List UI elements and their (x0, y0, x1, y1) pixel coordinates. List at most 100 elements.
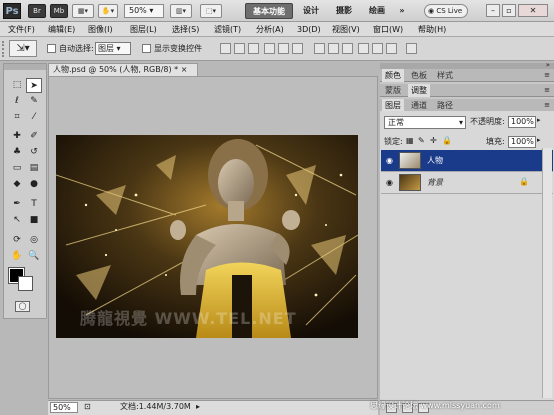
workspace-design[interactable]: 设计 (300, 3, 322, 19)
rectangle-tool-icon[interactable]: ■ (26, 213, 42, 228)
eyedropper-tool-icon[interactable]: ⁄ (26, 110, 42, 125)
workspace-photography[interactable]: 摄影 (333, 3, 355, 19)
history-brush-icon[interactable]: ↺ (26, 145, 42, 160)
tab-styles[interactable]: 样式 (434, 69, 456, 82)
view-extras-icon[interactable]: ▦▾ (72, 4, 94, 18)
auto-select-checkbox[interactable] (47, 44, 56, 53)
status-zoom-input[interactable]: 50% (50, 402, 78, 413)
layers-scrollbar[interactable] (542, 148, 552, 398)
minimize-icon[interactable]: – (486, 4, 500, 17)
healing-brush-icon[interactable]: ✚ (9, 129, 25, 144)
distribute-right-icon[interactable] (386, 43, 397, 54)
menu-filter[interactable]: 滤镜(T) (214, 23, 241, 36)
eraser-tool-icon[interactable]: ▭ (9, 161, 25, 176)
mini-bridge-button[interactable]: Mb (50, 4, 68, 18)
arrange-documents-icon[interactable]: ▥▾ (170, 4, 192, 18)
visibility-eye-icon[interactable]: ◉ (384, 177, 395, 188)
status-arrow-icon[interactable]: ▸ (196, 402, 200, 411)
panel-menu-icon[interactable]: ≡ (544, 71, 550, 79)
menu-edit[interactable]: 编辑(E) (48, 23, 75, 36)
menu-view[interactable]: 视图(V) (332, 23, 360, 36)
menu-3d[interactable]: 3D(D) (297, 23, 321, 36)
panel-menu-icon-2[interactable]: ≡ (544, 86, 550, 94)
marquee-tool-icon[interactable]: ⬚ (9, 78, 25, 93)
menu-select[interactable]: 选择(S) (172, 23, 199, 36)
clone-stamp-icon[interactable]: ♣ (9, 145, 25, 160)
quick-select-tool-icon[interactable]: ✎ (26, 94, 42, 109)
align-top-icon[interactable] (220, 43, 231, 54)
gradient-tool-icon[interactable]: ▤ (26, 161, 42, 176)
distribute-vcenter-icon[interactable] (328, 43, 339, 54)
document-size-info[interactable]: 文档:1.44M/3.70M (120, 401, 191, 413)
type-tool-icon[interactable]: T (26, 197, 42, 212)
tab-swatches[interactable]: 色板 (408, 69, 430, 82)
lasso-tool-icon[interactable]: ℓ (9, 94, 25, 109)
more-workspaces-button[interactable]: » (395, 3, 409, 19)
align-vcenter-icon[interactable] (234, 43, 245, 54)
status-menu-icon[interactable]: ⊡ (84, 402, 91, 411)
menu-image[interactable]: 图像(I) (88, 23, 113, 36)
hand-tool-icon[interactable]: ✋ (9, 249, 25, 264)
menu-help[interactable]: 帮助(H) (418, 23, 446, 36)
tool-preset-picker[interactable]: ⇲▾ (9, 40, 37, 57)
dodge-tool-icon[interactable]: ● (26, 177, 42, 192)
layer-name[interactable]: 人物 (427, 154, 443, 167)
distribute-hcenter-icon[interactable] (372, 43, 383, 54)
bridge-button[interactable]: Br (28, 4, 46, 18)
tab-color[interactable]: 颜色 (382, 69, 404, 82)
options-grip[interactable] (2, 41, 6, 57)
opacity-arrow-icon[interactable]: ▸ (537, 116, 541, 124)
tools-panel-header[interactable] (4, 64, 46, 70)
close-tab-icon[interactable]: × (181, 65, 188, 74)
menu-layer[interactable]: 图层(L) (130, 23, 157, 36)
crop-tool-icon[interactable]: ⌗ (9, 110, 25, 125)
workspace-basic[interactable]: 基本功能 (245, 3, 293, 19)
maximize-icon[interactable]: ▫ (502, 4, 516, 17)
menu-window[interactable]: 窗口(W) (373, 23, 403, 36)
opacity-input[interactable]: 100% (508, 116, 536, 128)
menu-file[interactable]: 文件(F) (8, 23, 35, 36)
align-hcenter-icon[interactable] (278, 43, 289, 54)
lock-position-icon[interactable]: ✛ (430, 136, 437, 145)
distribute-left-icon[interactable] (358, 43, 369, 54)
layers-menu-icon[interactable]: ≡ (544, 101, 550, 109)
layer-name[interactable]: 背景 (427, 176, 443, 189)
close-icon[interactable]: ✕ (518, 4, 548, 17)
lock-pixels-icon[interactable]: ✎ (418, 136, 425, 145)
screen-mode-icon[interactable]: ⬚▾ (200, 4, 222, 18)
zoom-tool-icon[interactable]: 🔍 (26, 249, 42, 264)
document-tab[interactable]: 人物.psd @ 50% (人物, RGB/8) * × (48, 63, 198, 76)
align-right-icon[interactable] (292, 43, 303, 54)
3d-orbit-icon[interactable]: ◎ (26, 233, 42, 248)
tab-adjustments[interactable]: 调整 (408, 84, 430, 97)
cs-live-button[interactable]: ◉ CS Live (424, 4, 468, 18)
3d-rotate-icon[interactable]: ⟳ (9, 233, 25, 248)
visibility-eye-icon[interactable]: ◉ (384, 155, 395, 166)
tab-masks[interactable]: 蒙版 (382, 84, 404, 97)
blur-tool-icon[interactable]: ◆ (9, 177, 25, 192)
show-transform-checkbox[interactable] (142, 44, 151, 53)
auto-align-icon[interactable] (406, 43, 417, 54)
brush-tool-icon[interactable]: ✐ (26, 129, 42, 144)
align-bottom-icon[interactable] (248, 43, 259, 54)
workspace-painting[interactable]: 绘画 (366, 3, 388, 19)
auto-select-dropdown[interactable]: 图层 ▾ (95, 42, 131, 55)
lock-all-icon[interactable]: 🔒 (442, 136, 452, 145)
layer-row-background[interactable]: ◉ 背景 🔒 (381, 172, 553, 194)
background-color-swatch[interactable] (18, 276, 33, 291)
move-tool-icon[interactable]: ➤ (26, 78, 42, 93)
layer-row-person[interactable]: ◉ 人物 (381, 150, 553, 172)
menu-analysis[interactable]: 分析(A) (256, 23, 284, 36)
distribute-bottom-icon[interactable] (342, 43, 353, 54)
zoom-level-select[interactable]: 50% ▾ (124, 4, 164, 18)
align-left-icon[interactable] (264, 43, 275, 54)
distribute-top-icon[interactable] (314, 43, 325, 54)
quick-mask-icon[interactable]: ◯ (15, 301, 30, 312)
lock-transparency-icon[interactable]: ▦ (406, 136, 414, 145)
blend-mode-select[interactable]: 正常 ▾ (384, 116, 466, 129)
hand-rotate-icon[interactable]: ✋▾ (98, 4, 118, 18)
collapse-dock-icon[interactable]: » (546, 61, 550, 69)
fill-input[interactable]: 100% (508, 136, 536, 148)
path-select-icon[interactable]: ↖ (9, 213, 25, 228)
pen-tool-icon[interactable]: ✒ (9, 197, 25, 212)
